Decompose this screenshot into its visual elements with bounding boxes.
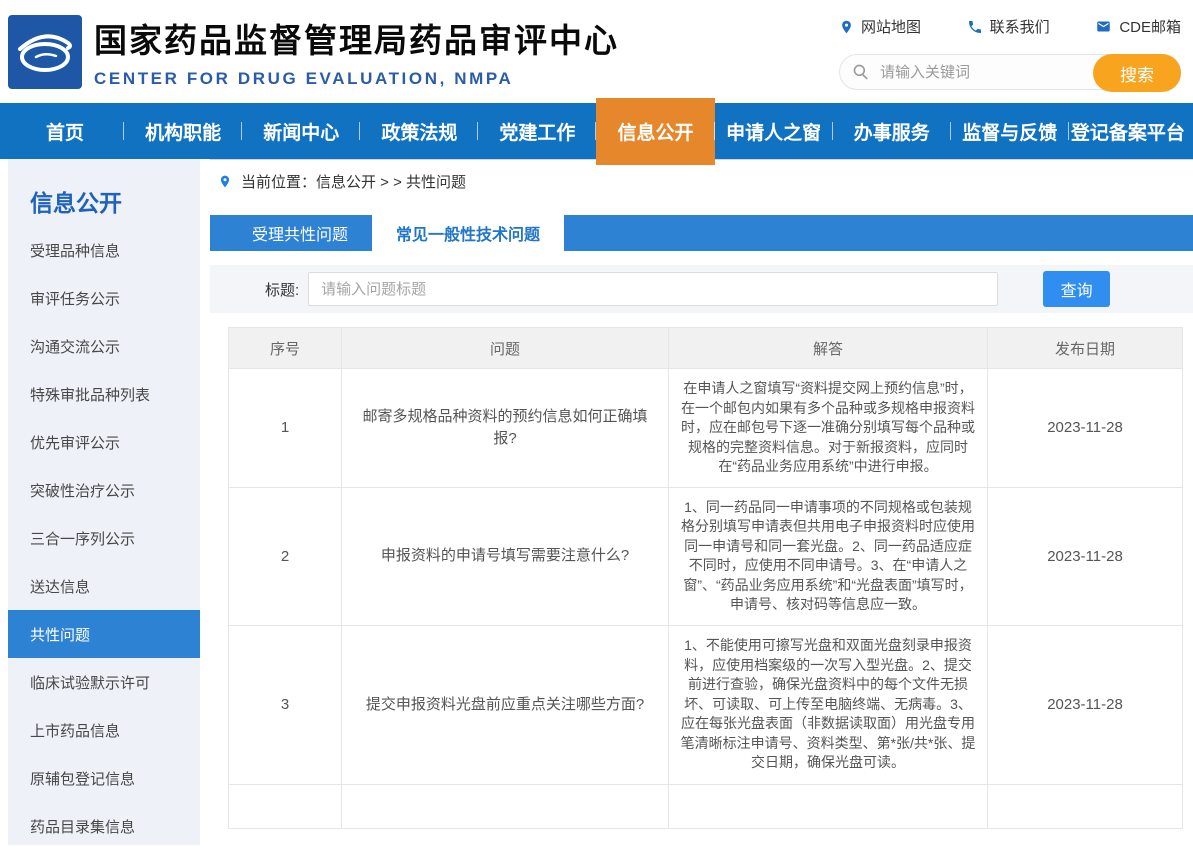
main-content: 当前位置：信息公开 > > 共性问题 受理共性问题 常见一般性技术问题 标题: … — [210, 159, 1193, 845]
nav-item[interactable]: 办事服务 — [833, 103, 951, 159]
table-body: 1 邮寄多规格品种资料的预约信息如何正确填报? 在申请人之窗填写“资料提交网上预… — [229, 368, 1182, 784]
nav-item[interactable]: 新闻中心 — [242, 103, 360, 159]
sidebar-item[interactable]: 上市药品信息 — [8, 706, 200, 754]
mail-icon — [1095, 19, 1112, 34]
contact-label: 联系我们 — [990, 16, 1050, 37]
row-number: 2 — [229, 488, 341, 625]
title-filter-input[interactable] — [308, 272, 998, 306]
tab[interactable]: 受理共性问题 — [228, 215, 372, 251]
row-number: 1 — [229, 369, 341, 487]
sidebar-item[interactable]: 三合一序列公示 — [8, 514, 200, 562]
header-right: 网站地图 联系我们 CDE邮箱 搜索 — [839, 16, 1181, 90]
sidebar-item[interactable]: 送达信息 — [8, 562, 200, 610]
brand: 国家药品监督管理局药品审评中心 CENTER FOR DRUG EVALUATI… — [94, 14, 619, 89]
location-pin-icon — [218, 173, 232, 190]
date-cell: 2023-11-28 — [987, 626, 1182, 784]
search-icon — [852, 63, 870, 81]
nav-item[interactable]: 政策法规 — [360, 103, 478, 159]
tab-bar: 受理共性问题 常见一般性技术问题 — [210, 215, 1193, 251]
breadcrumb-text: 当前位置：信息公开 > > 共性问题 — [241, 171, 466, 192]
mail-label: CDE邮箱 — [1119, 16, 1181, 37]
site-subtitle: CENTER FOR DRUG EVALUATION, NMPA — [94, 69, 619, 89]
table-row: 3 提交申报资料光盘前应重点关注哪些方面? 1、不能使用可擦写光盘和双面光盘刻录… — [229, 625, 1182, 784]
search-input[interactable] — [840, 55, 1070, 89]
sidebar-title: 信息公开 — [8, 159, 200, 226]
sitemap-link[interactable]: 网站地图 — [839, 16, 921, 37]
sidebar-item[interactable]: 原辅包登记信息 — [8, 754, 200, 802]
sitemap-label: 网站地图 — [861, 16, 921, 37]
date-cell — [987, 785, 1182, 828]
answer-cell: 在申请人之窗填写“资料提交网上预约信息”时，在一个邮包内如果有多个品种或多规格申… — [668, 369, 987, 487]
nav-list: 首页 机构职能 新闻中心 政策法规 党建工作 信息公开 申请人之窗 办事服务 监… — [0, 103, 1193, 159]
question-cell — [341, 785, 668, 828]
tab[interactable]: 常见一般性技术问题 — [372, 215, 564, 251]
answer-cell: 1、不能使用可擦写光盘和双面光盘刻录申报资料，应使用档案级的一次写入型光盘。2、… — [668, 626, 987, 784]
site-header: 国家药品监督管理局药品审评中心 CENTER FOR DRUG EVALUATI… — [0, 0, 1193, 103]
nav-item[interactable]: 首页 — [6, 103, 124, 159]
sidebar-menu: 受理品种信息 审评任务公示 沟通交流公示 特殊审批品种列表 优先审评公示 突破性… — [8, 226, 200, 850]
question-cell: 提交申报资料光盘前应重点关注哪些方面? — [341, 626, 668, 784]
nav-item[interactable]: 信息公开 — [596, 98, 714, 165]
breadcrumb: 当前位置：信息公开 > > 共性问题 — [210, 160, 1193, 202]
row-number — [229, 785, 341, 828]
query-button[interactable]: 查询 — [1043, 271, 1110, 307]
sidebar-item[interactable]: 受理品种信息 — [8, 226, 200, 274]
filter-label: 标题: — [265, 279, 299, 300]
page: 国家药品监督管理局药品审评中心 CENTER FOR DRUG EVALUATI… — [0, 0, 1193, 856]
col-header-no: 序号 — [229, 328, 341, 368]
filter-row: 标题: 查询 — [210, 265, 1193, 313]
answer-cell: 1、同一药品同一申请事项的不同规格或包装规格分别填写申请表但共用电子申报资料时应… — [668, 488, 987, 625]
table-row: 1 邮寄多规格品种资料的预约信息如何正确填报? 在申请人之窗填写“资料提交网上预… — [229, 368, 1182, 487]
sidebar-item[interactable]: 沟通交流公示 — [8, 322, 200, 370]
nav-item[interactable]: 监督与反馈 — [951, 103, 1069, 159]
date-cell: 2023-11-28 — [987, 488, 1182, 625]
site-search: 搜索 — [839, 54, 1181, 90]
contact-link[interactable]: 联系我们 — [967, 16, 1050, 37]
nav-item[interactable]: 党建工作 — [478, 103, 596, 159]
sidebar-item[interactable]: 特殊审批品种列表 — [8, 370, 200, 418]
col-header-question: 问题 — [341, 328, 668, 368]
question-cell: 申报资料的申请号填写需要注意什么? — [341, 488, 668, 625]
table-row-partial — [229, 784, 1182, 828]
phone-icon — [967, 19, 983, 35]
date-cell: 2023-11-28 — [987, 369, 1182, 487]
search-button[interactable]: 搜索 — [1093, 54, 1181, 92]
table-header-row: 序号 问题 解答 发布日期 — [229, 328, 1182, 368]
sidebar-item[interactable]: 优先审评公示 — [8, 418, 200, 466]
sidebar: 信息公开 受理品种信息 审评任务公示 沟通交流公示 特殊审批品种列表 优先审评公… — [8, 159, 200, 845]
row-number: 3 — [229, 626, 341, 784]
faq-table: 序号 问题 解答 发布日期 1 邮寄多规格品种资料的预约信息如何正确填报? 在申… — [228, 327, 1183, 829]
map-pin-icon — [839, 19, 854, 35]
col-header-answer: 解答 — [668, 328, 987, 368]
main-nav: 首页 机构职能 新闻中心 政策法规 党建工作 信息公开 申请人之窗 办事服务 监… — [0, 103, 1193, 159]
content-layout: 信息公开 受理品种信息 审评任务公示 沟通交流公示 特殊审批品种列表 优先审评公… — [0, 159, 1193, 845]
col-header-date: 发布日期 — [987, 328, 1182, 368]
answer-cell — [668, 785, 987, 828]
site-title: 国家药品监督管理局药品审评中心 — [94, 14, 619, 62]
quick-links: 网站地图 联系我们 CDE邮箱 — [839, 16, 1181, 37]
sidebar-item[interactable]: 药品目录集信息 — [8, 802, 200, 850]
table-row: 2 申报资料的申请号填写需要注意什么? 1、同一药品同一申请事项的不同规格或包装… — [229, 487, 1182, 625]
mail-link[interactable]: CDE邮箱 — [1095, 16, 1181, 37]
nav-item[interactable]: 机构职能 — [124, 103, 242, 159]
sidebar-item[interactable]: 临床试验默示许可 — [8, 658, 200, 706]
sidebar-item[interactable]: 共性问题 — [8, 610, 200, 658]
cde-logo-icon — [8, 15, 82, 89]
nav-item[interactable]: 申请人之窗 — [715, 103, 833, 159]
nav-item[interactable]: 登记备案平台 — [1069, 103, 1187, 159]
sidebar-item[interactable]: 突破性治疗公示 — [8, 466, 200, 514]
sidebar-item[interactable]: 审评任务公示 — [8, 274, 200, 322]
question-cell: 邮寄多规格品种资料的预约信息如何正确填报? — [341, 369, 668, 487]
